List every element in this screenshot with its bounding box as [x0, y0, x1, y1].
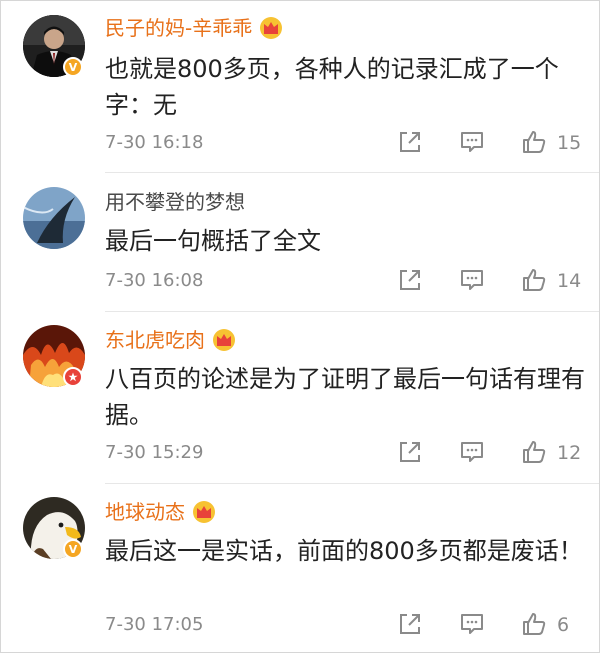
comment-text: 最后一句概括了全文: [105, 227, 321, 255]
thumbs-up-icon[interactable]: [521, 267, 547, 293]
share-icon[interactable]: [397, 611, 423, 637]
vip-crown-icon: [213, 329, 235, 351]
username[interactable]: 东北虎吃肉: [105, 327, 237, 353]
divider: [105, 483, 599, 484]
divider: [105, 311, 599, 312]
like-count: 14: [557, 270, 582, 292]
comment-meta: 7-30 15:29 12: [105, 439, 600, 469]
comment-icon[interactable]: [459, 129, 485, 155]
comment-list: V 民子的妈-辛乖乖 也就是800多页，各种人的记录汇成了一个字：无 7-30 …: [0, 0, 600, 653]
username[interactable]: 民子的妈-辛乖乖: [105, 15, 284, 41]
comment-icon[interactable]: [459, 611, 485, 637]
username[interactable]: 地球动态: [105, 499, 217, 525]
verified-badge: V: [63, 539, 83, 559]
like-count: 15: [557, 132, 582, 154]
comment-meta: 7-30 17:05 6: [105, 611, 600, 641]
comment-text: 最后这一是实话，前面的800多页都是废话！: [105, 537, 583, 565]
username[interactable]: 用不攀登的梦想: [105, 189, 245, 215]
vip-crown-icon: [193, 501, 215, 523]
like-count: 6: [557, 614, 570, 636]
comment-meta: 7-30 16:08 14: [105, 267, 600, 297]
shark-fin-avatar: [23, 187, 85, 249]
comment-text: 八百页的论述是为了证明了最后一句话有理有据。: [105, 365, 585, 429]
timestamp: 7-30 16:18: [105, 132, 204, 153]
star-icon: [68, 372, 78, 382]
comment-meta: 7-30 16:18 15: [105, 129, 600, 159]
vip-crown-icon: [260, 17, 283, 39]
timestamp: 7-30 17:05: [105, 614, 204, 635]
comment-icon[interactable]: [459, 439, 485, 465]
comment-icon[interactable]: [459, 267, 485, 293]
thumbs-up-icon[interactable]: [521, 439, 547, 465]
verified-badge: [63, 367, 83, 387]
share-icon[interactable]: [397, 267, 423, 293]
timestamp: 7-30 16:08: [105, 270, 204, 291]
share-icon[interactable]: [397, 129, 423, 155]
timestamp: 7-30 15:29: [105, 442, 204, 463]
like-count: 12: [557, 442, 582, 464]
avatar[interactable]: [23, 187, 85, 249]
verified-badge: V: [63, 57, 83, 77]
share-icon[interactable]: [397, 439, 423, 465]
thumbs-up-icon[interactable]: [521, 129, 547, 155]
thumbs-up-icon[interactable]: [521, 611, 547, 637]
divider: [105, 172, 599, 173]
comment-text: 也就是800多页，各种人的记录汇成了一个字：无: [105, 55, 559, 119]
